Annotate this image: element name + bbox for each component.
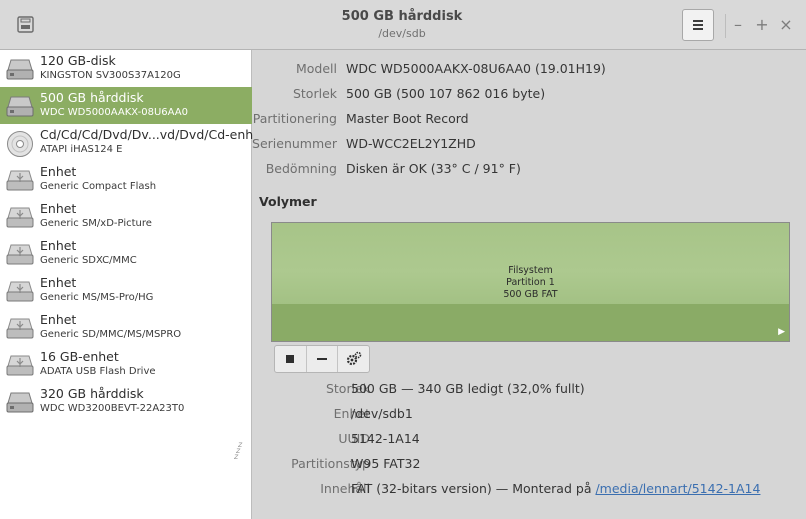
drive-list-item[interactable]: 16 GB-enhet ADATA USB Flash Drive [0,346,252,383]
usb-drive-icon [5,167,35,193]
window-title: 500 GB hårddisk [341,9,463,24]
drive-model: Generic Compact Flash [40,181,157,192]
contents-text: FAT (32-bitars version) — Monterad på [351,481,596,496]
drive-name: Enhet [40,312,77,327]
stop-icon [286,355,295,363]
disk-image-icon[interactable] [14,14,38,36]
menu-button[interactable] [682,9,714,41]
volume-toolbar [274,345,370,373]
drive-model: WDC WD5000AAKX-08U6AA0 [40,107,188,118]
partition-label: Filsystem Partition 1 500 GB FAT [272,265,789,301]
sleep-indicator-icon: zzz [234,440,243,461]
minimize-button[interactable]: – [728,14,748,36]
partition-label-line2: Partition 1 [506,277,555,288]
drive-name: 500 GB hårddisk [40,90,144,105]
volumes-heading: Volymer [259,194,317,209]
drive-list-item[interactable]: 120 GB-disk KINGSTON SV300S37A120G [0,50,252,87]
unmount-button[interactable] [275,346,307,372]
optical-disc-icon [5,130,35,157]
size-label: Storlek [292,86,337,101]
maximize-button[interactable]: + [752,14,772,36]
drive-model: Generic MS/MS-Pro/HG [40,292,154,303]
harddisk-icon [5,93,35,119]
window-subtitle: /dev/sdb [378,27,426,40]
partition-label-line1: Filsystem [508,265,553,276]
uuid-value: 5142-1A14 [351,431,420,446]
minus-icon [317,358,327,360]
harddisk-icon [5,56,35,82]
assessment-label: Bedömning [265,161,337,176]
partition-label-line3: 500 GB FAT [503,289,558,300]
drive-list-item[interactable]: Enhet Generic Compact Flash [0,161,252,198]
drive-model: ADATA USB Flash Drive [40,366,156,377]
usb-drive-icon [5,241,35,267]
drive-list-item[interactable]: Enhet Generic SD/MMC/MS/MSPRO [0,309,252,346]
serial-value: WD-WCC2EL2Y1ZHD [346,136,476,151]
drive-name: Enhet [40,275,77,290]
header-separator [725,14,726,38]
partitioning-value: Master Boot Record [346,111,469,126]
partition-size-value: 500 GB — 340 GB ledigt (32,0% fullt) [351,381,585,396]
drive-list-item[interactable]: Enhet Generic MS/MS-Pro/HG [0,272,252,309]
usb-drive-icon [5,278,35,304]
partition-usage-bar [272,304,789,341]
header-bar: 500 GB hårddisk /dev/sdb – + × [0,0,806,50]
drive-model: Generic SDXC/MMC [40,255,137,266]
drive-name: Enhet [40,201,77,216]
volume-map[interactable]: Filsystem Partition 1 500 GB FAT ▶ [271,222,790,342]
usb-drive-icon [5,204,35,230]
serial-label: Serienummer [252,136,337,151]
drive-name: Cd/Cd/Cd/Dvd/Dv...vd/Dvd/Cd-enhet [40,127,266,142]
drive-list-item[interactable]: Enhet Generic SM/xD-Picture [0,198,252,235]
drive-list: 120 GB-disk KINGSTON SV300S37A120G 500 GB … [0,50,266,519]
title-block: 500 GB hårddisk /dev/sdb [252,9,552,40]
mounted-indicator-icon: ▶ [778,327,785,337]
model-value: WDC WD5000AAKX-08U6AA0 (19.01H19) [346,61,606,76]
drive-name: Enhet [40,164,77,179]
drive-model: ATAPI iHAS124 E [40,144,123,155]
drive-model: Generic SM/xD-Picture [40,218,152,229]
drive-name: 320 GB hårddisk [40,386,144,401]
drive-model: WDC WD3200BEVT-22A23T0 [40,403,185,414]
drive-list-item[interactable]: 500 GB hårddisk WDC WD5000AAKX-08U6AA0 [0,87,252,124]
drive-list-item[interactable]: Enhet Generic SDXC/MMC [0,235,252,272]
usb-drive-icon [5,315,35,341]
drive-details: Modell WDC WD5000AAKX-08U6AA0 (19.01H19)… [252,50,806,519]
harddisk-icon [5,389,35,415]
drive-list-item[interactable]: Cd/Cd/Cd/Dvd/Dv...vd/Dvd/Cd-enhet ATAPI i… [0,124,266,161]
device-value: /dev/sdb1 [351,406,413,421]
partition-options-button[interactable] [338,346,369,372]
usb-drive-icon [5,352,35,378]
gears-icon [346,351,361,366]
drive-list-item[interactable]: 320 GB hårddisk WDC WD3200BEVT-22A23T0 [0,383,252,420]
drive-model: KINGSTON SV300S37A120G [40,70,181,81]
model-label: Modell [295,61,337,76]
size-value: 500 GB (500 107 862 016 byte) [346,86,546,101]
mount-point-link[interactable]: /media/lennart/5142-1A14 [595,481,760,496]
drive-name: 16 GB-enhet [40,349,119,364]
partitioning-label: Partitionering [252,111,337,126]
assessment-value: Disken är OK (33° C / 91° F) [346,161,521,176]
drive-name: 120 GB-disk [40,53,116,68]
delete-partition-button[interactable] [307,346,339,372]
drive-name: Enhet [40,238,77,253]
hamburger-icon [693,20,703,30]
contents-value: FAT (32-bitars version) — Monterad på /m… [351,481,760,496]
close-button[interactable]: × [776,14,796,36]
drive-model: Generic SD/MMC/MS/MSPRO [40,329,182,340]
partition-type-value: W95 FAT32 [351,456,421,471]
